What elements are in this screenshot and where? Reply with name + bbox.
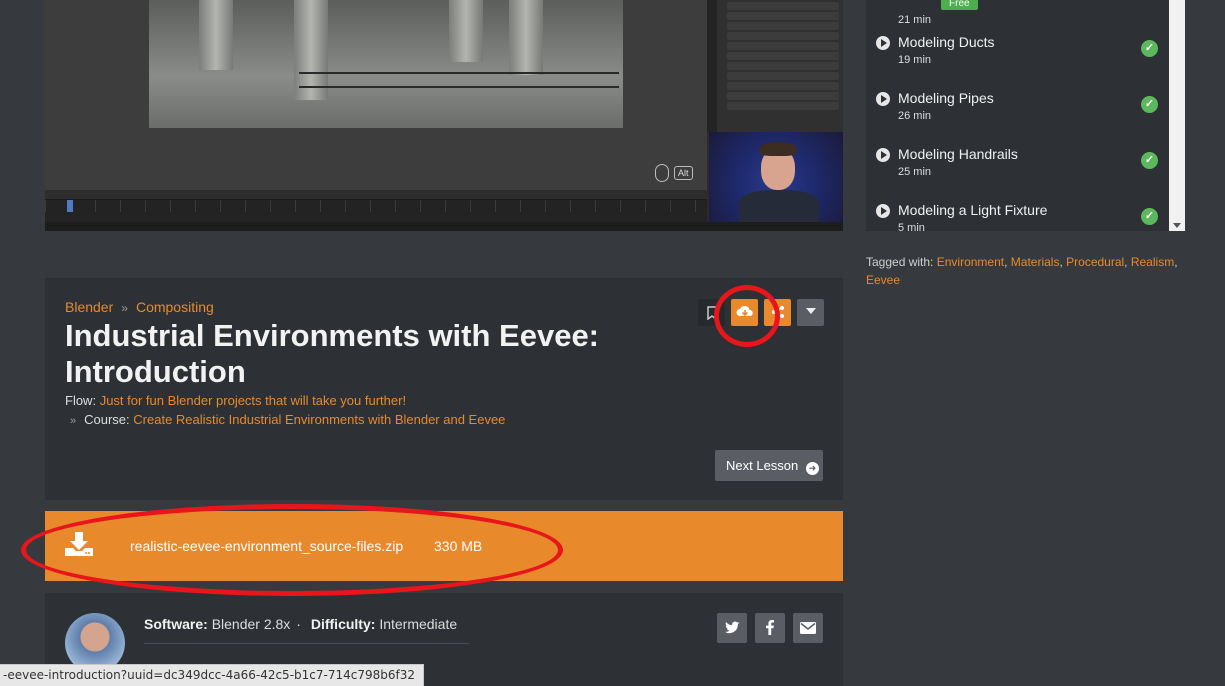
check-icon: ✓ bbox=[1141, 40, 1158, 57]
course-line: » Course: Create Realistic Industrial Env… bbox=[70, 412, 505, 427]
download-button[interactable] bbox=[731, 299, 758, 326]
next-lesson-button[interactable]: Next Lesson ➜ bbox=[715, 450, 823, 481]
difficulty-label: Difficulty: bbox=[310, 616, 376, 632]
download-tray-icon bbox=[65, 532, 93, 556]
timeline-playhead[interactable] bbox=[67, 200, 73, 212]
software-value: Blender 2.8x bbox=[211, 616, 291, 632]
breadcrumb-separator: » bbox=[121, 301, 128, 315]
video-viewport: Alt bbox=[45, 0, 707, 190]
course-separator: » bbox=[70, 415, 77, 427]
playlist-item-duration: 26 min bbox=[898, 110, 932, 122]
tag-link[interactable]: Materials bbox=[1011, 255, 1060, 269]
download-filesize: 330 MB bbox=[434, 538, 483, 554]
flow-line: Flow: Just for fun Blender projects that… bbox=[65, 393, 406, 408]
source-files-download[interactable]: realistic-eevee-environment_source-files… bbox=[45, 511, 843, 581]
scroll-down-icon[interactable] bbox=[1173, 223, 1181, 228]
playlist-item-duration: 5 min bbox=[898, 222, 925, 231]
alt-key-hint: Alt bbox=[674, 166, 693, 180]
divider bbox=[144, 643, 469, 644]
playlist-item-title: Modeling Handrails bbox=[898, 146, 1018, 162]
flow-link[interactable]: Just for fun Blender projects that will … bbox=[100, 393, 406, 408]
mail-icon bbox=[800, 622, 816, 634]
timeline-ruler bbox=[45, 200, 707, 212]
playlist-item-title: Modeling a Light Fixture bbox=[898, 202, 1048, 218]
tag-link[interactable]: Environment bbox=[937, 255, 1004, 269]
cloud-download-icon bbox=[736, 305, 753, 317]
software-label: Software: bbox=[144, 616, 208, 632]
playlist-item-title: Modeling Ducts bbox=[898, 34, 995, 50]
playlist-item[interactable]: Modeling Handrails 25 min ✓ bbox=[866, 140, 1166, 196]
check-icon: ✓ bbox=[1141, 208, 1158, 225]
breadcrumb-link[interactable]: Compositing bbox=[136, 299, 214, 315]
twitter-share-button[interactable] bbox=[717, 613, 747, 643]
lesson-meta: Software: Blender 2.8x · Difficulty: Inte… bbox=[144, 616, 458, 632]
playlist-item[interactable]: Modeling a Light Fixture 5 min ✓ bbox=[866, 196, 1166, 231]
facebook-share-button[interactable] bbox=[755, 613, 785, 643]
playlist-item-duration: 25 min bbox=[898, 166, 932, 178]
play-icon bbox=[876, 92, 890, 106]
video-statusbar bbox=[45, 222, 843, 231]
breadcrumb: Blender » Compositing bbox=[65, 299, 214, 315]
tags-label: Tagged with: bbox=[866, 255, 934, 269]
bookmark-icon bbox=[706, 306, 717, 321]
video-scene bbox=[149, 0, 623, 128]
caret-down-icon bbox=[805, 308, 816, 314]
playlist-item-duration: 19 min bbox=[898, 54, 932, 66]
tag-link[interactable]: Procedural bbox=[1066, 255, 1124, 269]
bookmark-button[interactable] bbox=[698, 299, 725, 326]
tag-list: Tagged with: Environment, Materials, Pro… bbox=[866, 255, 1178, 287]
arrow-right-icon: ➜ bbox=[805, 462, 819, 475]
playlist-scrollbar[interactable] bbox=[1169, 0, 1185, 231]
lesson-playlist: 21 min Free Modeling Ducts 19 min ✓ Mode… bbox=[866, 0, 1185, 231]
course-label: Course: bbox=[84, 412, 130, 427]
difficulty-value: Intermediate bbox=[379, 616, 458, 632]
link-status-url: -eevee-introduction?uuid=dc349dcc-4a66-4… bbox=[0, 664, 424, 686]
page-title: Industrial Environments with Eevee: Intr… bbox=[65, 318, 600, 389]
flow-label: Flow: bbox=[65, 393, 97, 408]
breadcrumb-link[interactable]: Blender bbox=[65, 299, 113, 315]
check-icon: ✓ bbox=[1141, 152, 1158, 169]
playlist-item[interactable]: Modeling Ducts 19 min ✓ bbox=[866, 28, 1166, 84]
tag-link[interactable]: Eevee bbox=[866, 273, 900, 287]
webcam-overlay bbox=[709, 132, 843, 224]
next-lesson-label: Next Lesson bbox=[726, 458, 799, 473]
play-icon bbox=[876, 204, 890, 218]
check-icon: ✓ bbox=[1141, 96, 1158, 113]
facebook-icon bbox=[766, 619, 774, 635]
video-player[interactable]: Alt bbox=[45, 0, 843, 231]
email-share-button[interactable] bbox=[793, 613, 823, 643]
download-filename[interactable]: realistic-eevee-environment_source-files… bbox=[130, 538, 403, 554]
timeline-header bbox=[45, 190, 707, 200]
share-icon bbox=[771, 306, 784, 318]
mouse-icon bbox=[655, 164, 669, 182]
free-badge: Free bbox=[941, 0, 978, 10]
play-icon bbox=[876, 148, 890, 162]
lesson-panel: Blender » Compositing Industrial Environme… bbox=[45, 278, 843, 500]
playlist-item-title: Modeling Pipes bbox=[898, 90, 994, 106]
tag-link[interactable]: Realism bbox=[1131, 255, 1174, 269]
play-icon bbox=[876, 36, 890, 50]
playlist-item[interactable]: Modeling Pipes 26 min ✓ bbox=[866, 84, 1166, 140]
more-options-button[interactable] bbox=[797, 299, 824, 326]
properties-panel bbox=[707, 0, 843, 132]
share-button[interactable] bbox=[764, 299, 791, 326]
twitter-icon bbox=[724, 621, 740, 634]
course-link[interactable]: Create Realistic Industrial Environments… bbox=[133, 412, 505, 427]
playlist-item-duration: 21 min bbox=[898, 14, 932, 26]
